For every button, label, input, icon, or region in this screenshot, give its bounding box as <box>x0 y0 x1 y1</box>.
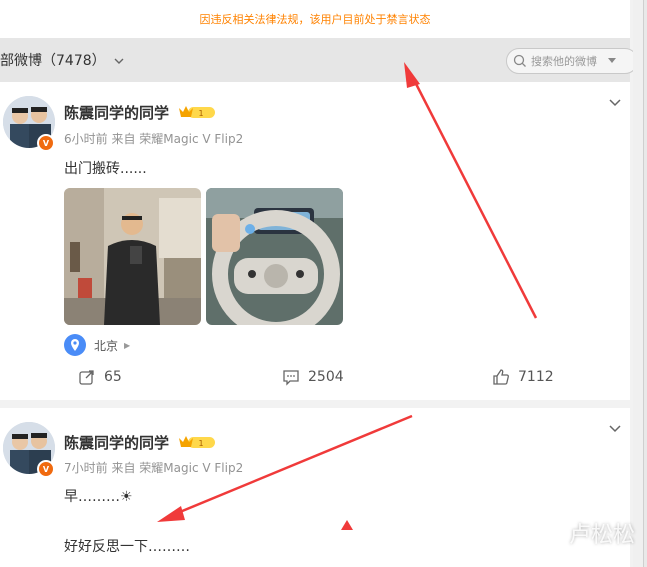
comment-icon <box>283 370 299 386</box>
chevron-right-icon: ▶ <box>124 340 131 350</box>
selfie-image <box>64 188 201 325</box>
ban-notice: 因违反相关法律法规，该用户目前处于禁言状态 <box>0 0 630 38</box>
member-badge[interactable]: 1 <box>178 104 216 120</box>
search-placeholder: 搜索他的微博 <box>531 55 597 68</box>
post-image-selfie[interactable] <box>64 188 201 325</box>
steering-wheel-image <box>206 188 343 325</box>
weibo-profile-frame: 因违反相关法律法规，该用户目前处于禁言状态 部微博（7478） 搜索他的微博 V… <box>0 0 644 567</box>
comment-button[interactable]: 2504 <box>282 368 344 386</box>
feed-filter-bar: 部微博（7478） 搜索他的微博 <box>0 38 638 82</box>
chevron-down-icon[interactable] <box>608 96 622 110</box>
post-text: 出门搬砖...... <box>64 161 147 177</box>
weibo-post: V 陈震同学的同学 1 6小时前 来自 荣耀Magic V Flip2 出门搬砖… <box>0 82 630 400</box>
all-weibo-filter[interactable]: 部微博（7478） <box>0 50 126 70</box>
all-weibo-filter-label: 部微博（7478） <box>0 53 106 69</box>
username[interactable]: 陈震同学的同学 <box>64 102 169 123</box>
verified-badge: V <box>37 134 55 152</box>
repost-count: 65 <box>104 369 122 385</box>
ban-notice-text: 因违反相关法律法规，该用户目前处于禁言状态 <box>199 13 431 26</box>
weibo-post: V 陈震同学的同学 1 7小时前 来自 荣耀Magic V Flip2 早………… <box>0 408 630 567</box>
post-time[interactable]: 7小时前 <box>64 461 108 475</box>
search-input[interactable]: 搜索他的微博 <box>506 48 638 74</box>
like-button[interactable]: 7112 <box>492 368 554 386</box>
like-count: 7112 <box>518 369 554 385</box>
search-icon <box>513 54 526 67</box>
member-level: 1 <box>198 439 203 448</box>
post-location[interactable]: 北京 ▶ <box>64 334 130 356</box>
location-pin-icon <box>64 334 86 356</box>
username[interactable]: 陈震同学的同学 <box>64 432 169 453</box>
scrollbar[interactable] <box>633 0 643 567</box>
member-level: 1 <box>198 109 203 118</box>
watermark: 卢松松 <box>568 523 635 548</box>
chevron-down-icon <box>114 58 124 64</box>
post-actions: 65 2504 7112 <box>0 368 630 396</box>
post-meta: 6小时前 来自 荣耀Magic V Flip2 <box>64 130 243 147</box>
post-source: 来自 荣耀Magic V Flip2 <box>111 461 244 475</box>
post-image-steering-wheel[interactable] <box>206 188 343 325</box>
crown-icon: 1 <box>179 106 215 118</box>
crown-icon: 1 <box>179 436 215 448</box>
post-text-line-1: 早………☀ <box>64 489 133 505</box>
post-text-line-2: 好好反思一下……… <box>64 539 190 555</box>
chevron-down-icon[interactable] <box>608 422 622 436</box>
caret-down-icon <box>608 58 616 63</box>
verified-badge: V <box>37 460 55 478</box>
member-badge[interactable]: 1 <box>178 434 216 450</box>
location-label: 北京 <box>94 338 119 353</box>
repost-icon <box>79 370 94 385</box>
comment-count: 2504 <box>308 369 344 385</box>
repost-button[interactable]: 65 <box>78 368 122 386</box>
post-meta: 7小时前 来自 荣耀Magic V Flip2 <box>64 459 243 476</box>
post-source: 来自 荣耀Magic V Flip2 <box>111 132 244 146</box>
post-time[interactable]: 6小时前 <box>64 132 108 146</box>
like-icon <box>493 369 509 385</box>
